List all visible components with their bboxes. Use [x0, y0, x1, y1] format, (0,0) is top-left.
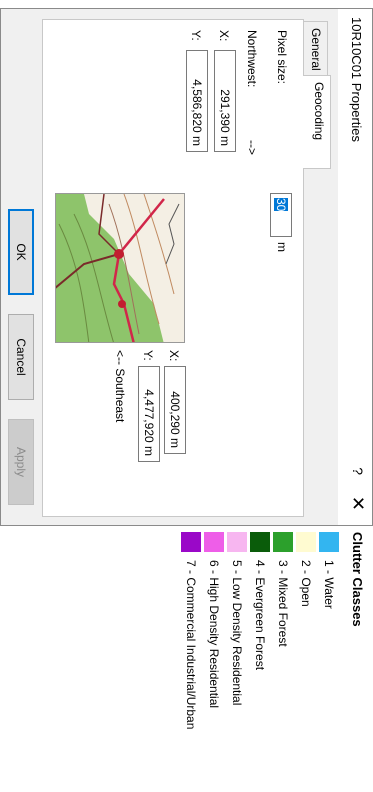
help-button[interactable]: ?	[350, 467, 366, 475]
legend-label: 5 - Low Density Residential	[230, 560, 244, 706]
legend-swatch	[319, 532, 339, 552]
legend-swatch	[181, 532, 201, 552]
pixel-size-input[interactable]: 30	[270, 193, 292, 237]
legend-label: 4 - Evergreen Forest	[253, 560, 267, 671]
properties-dialog: 10R10C01 Properties ? ✕ General Geocodin…	[0, 8, 373, 526]
se-x-label: X:	[167, 350, 181, 362]
northwest-label: Northwest:	[245, 30, 259, 88]
legend-swatch	[273, 532, 293, 552]
pixel-size-unit: m	[275, 242, 289, 252]
southeast-label: <-- Southeast	[113, 350, 127, 423]
pixel-size-label: Pixel size:	[275, 30, 289, 85]
nw-x-input[interactable]: 291,390 m	[214, 50, 236, 152]
legend-swatch	[250, 532, 270, 552]
tab-geocoding[interactable]: Geocoding	[303, 75, 331, 169]
legend-swatch	[227, 532, 247, 552]
legend-label: 6 - High Density Residential	[207, 560, 221, 709]
clutter-legend: Clutter Classes 1 - Water 2 - Open 3 - Mix…	[0, 528, 373, 792]
legend-swatch	[296, 532, 316, 552]
apply-button: Apply	[8, 419, 34, 505]
nw-y-label: Y:	[189, 30, 203, 41]
pixel-size-value: 30	[274, 198, 288, 212]
legend-swatch	[204, 532, 224, 552]
dialog-title: 10R10C01 Properties	[349, 17, 364, 143]
tab-general[interactable]: General	[304, 21, 328, 76]
legend-label: 1 - Water	[322, 560, 336, 609]
legend-label: 7 - Commercial Industrial/Urban	[184, 560, 198, 730]
northwest-arrow: -->	[245, 140, 259, 155]
se-x-input[interactable]: 400,290 m	[164, 366, 186, 454]
cancel-button[interactable]: Cancel	[8, 314, 34, 400]
close-button[interactable]: ✕	[347, 496, 368, 511]
ok-button[interactable]: OK	[8, 209, 34, 295]
geocoding-panel: Pixel size: 30 m Northwest: --> X: 291,3…	[42, 19, 304, 517]
title-bar: 10R10C01 Properties ? ✕	[338, 9, 372, 525]
legend-title: Clutter Classes	[350, 532, 365, 627]
legend-label: 3 - Mixed Forest	[276, 560, 290, 647]
se-y-label: Y:	[141, 350, 155, 361]
nw-x-label: X:	[217, 30, 231, 42]
map-preview	[55, 193, 185, 343]
legend-label: 2 - Open	[299, 560, 313, 607]
topographic-map-image	[55, 193, 184, 343]
nw-y-input[interactable]: 4,586,820 m	[186, 50, 208, 152]
se-y-input[interactable]: 4,477,920 m	[138, 366, 160, 462]
stage: 10R10C01 Properties ? ✕ General Geocodin…	[0, 0, 373, 792]
